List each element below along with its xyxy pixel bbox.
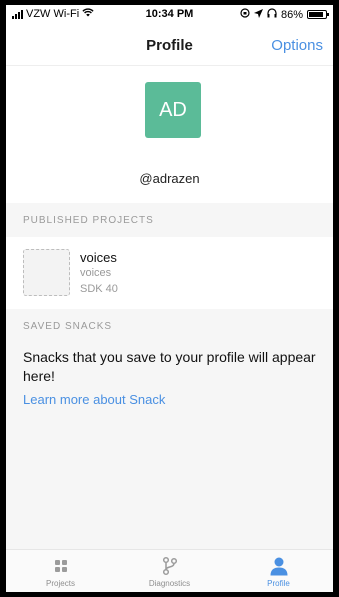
options-button[interactable]: Options	[271, 37, 323, 54]
status-bar: VZW Wi-Fi 10:34 PM 86%	[6, 5, 333, 25]
tab-profile[interactable]: Profile	[224, 550, 333, 592]
battery-percent: 86%	[280, 8, 303, 21]
project-thumbnail	[23, 249, 70, 296]
person-icon	[224, 556, 333, 576]
grid-icon	[6, 556, 115, 576]
tab-projects[interactable]: Projects	[6, 550, 115, 592]
orientation-lock-icon	[240, 8, 250, 21]
project-row[interactable]: voices voices SDK 40	[6, 237, 333, 309]
project-name: voices	[80, 250, 117, 265]
project-sdk-version: SDK 40	[80, 283, 118, 295]
tab-diagnostics[interactable]: Diagnostics	[115, 550, 224, 592]
tab-profile-label: Profile	[267, 579, 290, 588]
project-slug: voices	[80, 267, 112, 279]
saved-snacks-label: SAVED SNACKS	[23, 321, 113, 332]
learn-more-link[interactable]: Learn more about Snack	[23, 392, 165, 407]
tab-bar: Projects Diagnostics Profile	[6, 549, 333, 592]
saved-snacks-section: SAVED SNACKS Snacks that you save to you…	[6, 309, 333, 555]
location-arrow-icon	[253, 8, 263, 21]
navigation-bar: Profile Options	[6, 25, 333, 66]
tab-diagnostics-label: Diagnostics	[148, 579, 191, 588]
headphones-icon	[267, 8, 277, 21]
saved-snacks-message: Snacks that you save to your profile wil…	[23, 349, 316, 384]
published-projects-header: PUBLISHED PROJECTS	[6, 203, 333, 237]
avatar: AD	[145, 82, 201, 138]
tab-projects-label: Projects	[46, 579, 75, 588]
phone-screen: VZW Wi-Fi 10:34 PM 86% Profile Options A…	[6, 5, 333, 592]
published-projects-label: PUBLISHED PROJECTS	[23, 215, 154, 226]
branch-icon	[115, 556, 224, 576]
username: @adrazen	[139, 171, 200, 186]
status-right: 86%	[240, 8, 329, 21]
battery-icon	[307, 10, 329, 19]
